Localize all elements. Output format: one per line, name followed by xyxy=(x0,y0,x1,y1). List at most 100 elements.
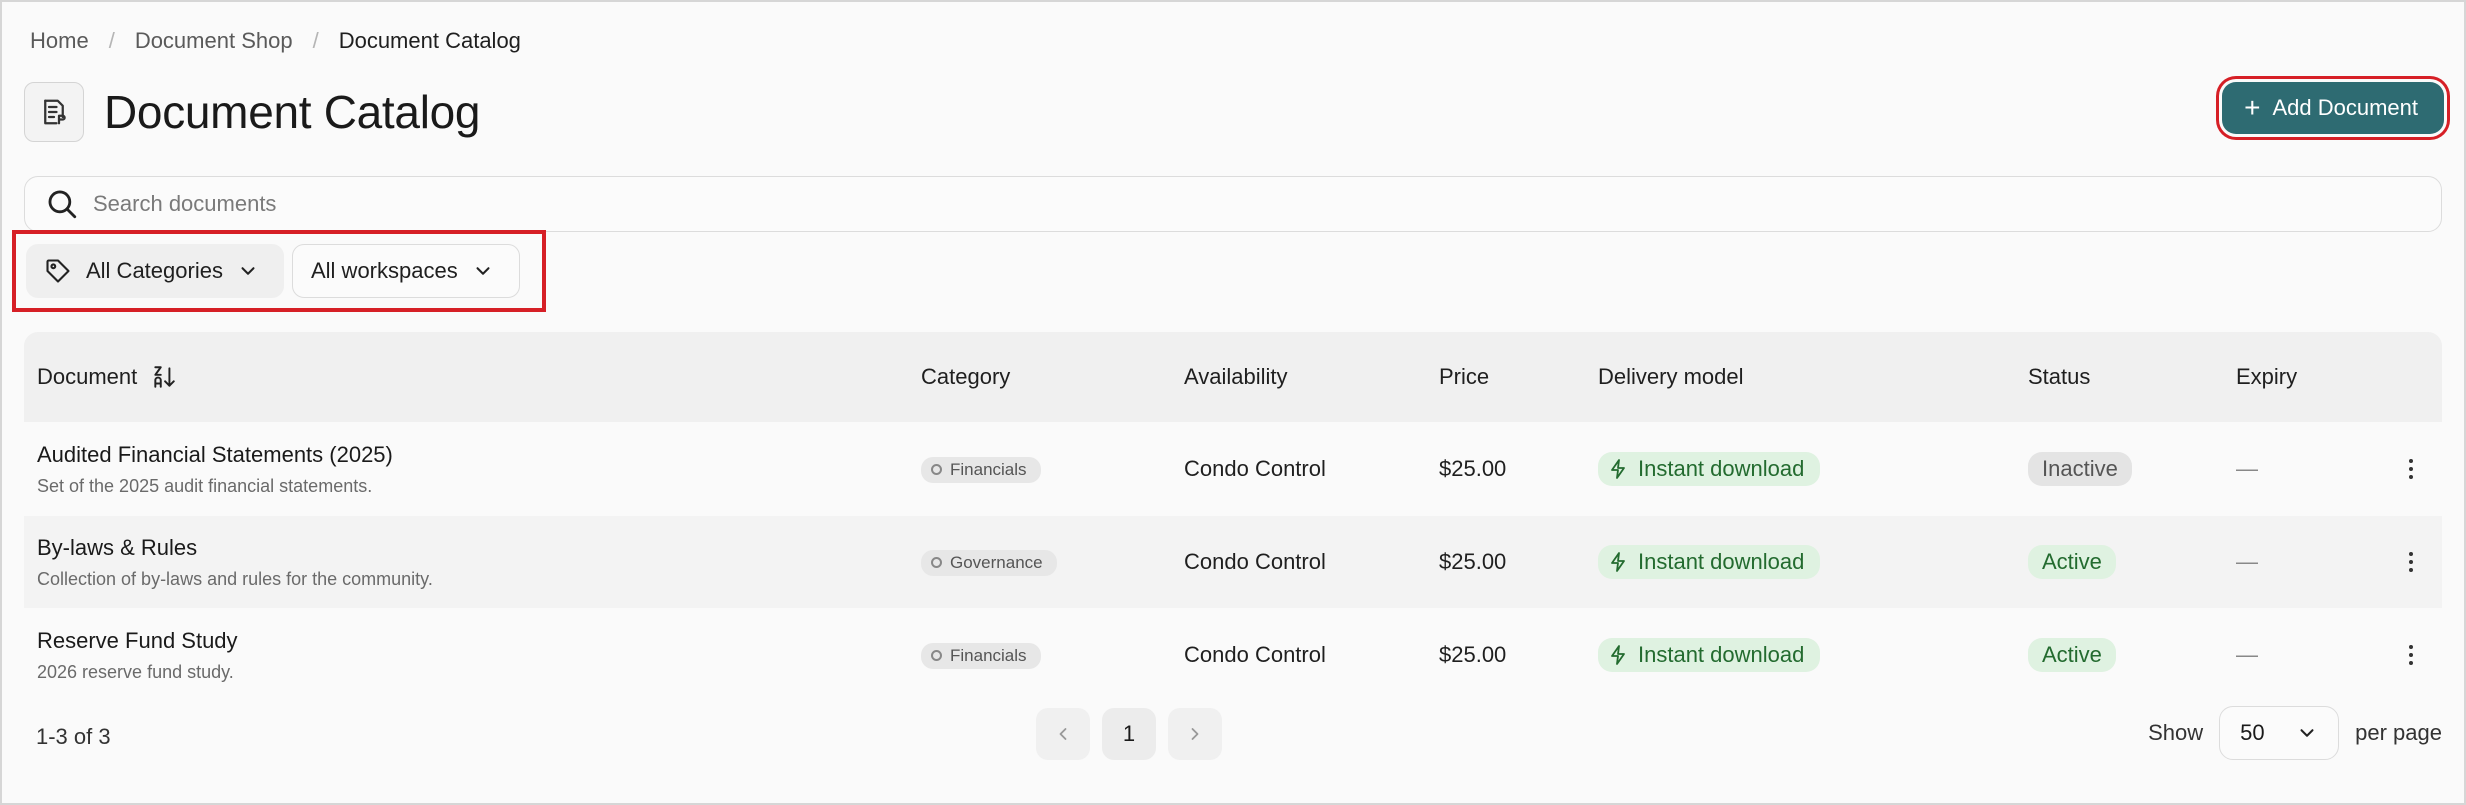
table-row[interactable]: By-laws & Rules Collection of by-laws an… xyxy=(24,516,2442,608)
delivery-badge: Instant download xyxy=(1598,452,1821,486)
document-icon xyxy=(24,82,84,142)
result-count: 1-3 of 3 xyxy=(36,724,111,749)
page-button-1[interactable]: 1 xyxy=(1102,708,1156,760)
document-title[interactable]: Reserve Fund Study xyxy=(37,628,238,654)
category-badge-label: Governance xyxy=(950,552,1043,572)
more-vertical-icon xyxy=(2406,459,2416,479)
column-header-expiry: Expiry xyxy=(2236,364,2298,389)
status-cell: Active xyxy=(2028,545,2116,579)
document-title[interactable]: By-laws & Rules xyxy=(37,535,433,561)
row-actions-button[interactable] xyxy=(2406,459,2416,479)
document-title[interactable]: Audited Financial Statements (2025) xyxy=(37,442,393,468)
category-filter-label: All Categories xyxy=(86,258,223,283)
status-cell: Active xyxy=(2028,638,2116,672)
lightning-icon xyxy=(1611,459,1625,479)
column-header-document[interactable]: Document xyxy=(37,364,177,390)
breadcrumb-document-shop[interactable]: Document Shop xyxy=(135,28,293,54)
column-header-price: Price xyxy=(1439,364,1490,389)
search-icon xyxy=(48,190,77,219)
more-vertical-icon xyxy=(2406,552,2416,572)
expiry-cell: — xyxy=(2236,549,2258,574)
category-filter-dropdown[interactable]: All Categories xyxy=(26,244,284,298)
delivery-cell: Instant download xyxy=(1598,545,1821,579)
category-badge: Governance xyxy=(921,549,1057,576)
document-cell: Audited Financial Statements (2025) Set … xyxy=(37,442,393,497)
status-badge: Active xyxy=(2028,545,2116,579)
per-page-value: 50 xyxy=(2240,720,2265,745)
per-page-select[interactable]: 50 xyxy=(2219,706,2340,760)
chevron-down-icon xyxy=(476,267,490,275)
column-header-category: Category xyxy=(921,364,1011,389)
document-cell: Reserve Fund Study 2026 reserve fund stu… xyxy=(37,628,238,683)
lightning-icon xyxy=(1611,552,1625,572)
page-header: Document Catalog xyxy=(24,82,480,142)
category-badge: Financials xyxy=(921,642,1041,669)
chevron-left-icon xyxy=(1059,728,1067,740)
availability-cell: Condo Control xyxy=(1184,456,1326,481)
category-cell: Financials xyxy=(921,455,1041,483)
category-badge: Financials xyxy=(921,456,1041,483)
row-actions-button[interactable] xyxy=(2406,645,2416,665)
show-label: Show xyxy=(2148,720,2204,745)
delivery-badge-label: Instant download xyxy=(1638,642,1805,667)
price-cell: $25.00 xyxy=(1439,642,1507,667)
row-actions-button[interactable] xyxy=(2406,552,2416,572)
chevron-down-icon xyxy=(2300,729,2314,737)
plus-icon: + xyxy=(2244,92,2261,123)
table-header: Document Category Availability Price Del… xyxy=(24,332,2442,422)
breadcrumb-separator: / xyxy=(312,28,319,53)
lightning-icon xyxy=(1611,645,1625,665)
add-document-label: Add Document xyxy=(2272,95,2418,120)
expiry-cell: — xyxy=(2236,642,2258,667)
pagination: 1 xyxy=(1036,708,1222,760)
delivery-badge: Instant download xyxy=(1598,545,1821,579)
category-badge-label: Financials xyxy=(950,645,1027,665)
column-header-document-label: Document xyxy=(37,364,138,389)
sort-icon[interactable] xyxy=(151,364,177,390)
delivery-badge-label: Instant download xyxy=(1638,549,1805,574)
document-description: Set of the 2025 audit financial statemen… xyxy=(37,475,373,496)
tag-dot-icon xyxy=(931,650,942,662)
page-title: Document Catalog xyxy=(104,86,481,138)
previous-page-button[interactable] xyxy=(1036,708,1090,760)
workspace-filter-label: All workspaces xyxy=(311,258,458,283)
breadcrumb-home[interactable]: Home xyxy=(30,28,89,54)
document-cell: By-laws & Rules Collection of by-laws an… xyxy=(37,535,433,590)
category-cell: Governance xyxy=(921,548,1057,576)
delivery-badge-label: Instant download xyxy=(1638,456,1805,481)
status-badge: Active xyxy=(2028,638,2116,672)
table-row[interactable]: Audited Financial Statements (2025) Set … xyxy=(24,423,2442,515)
tag-icon xyxy=(46,259,70,283)
availability-cell: Condo Control xyxy=(1184,549,1326,574)
breadcrumb-current: Document Catalog xyxy=(338,28,521,53)
workspace-filter-dropdown[interactable]: All workspaces xyxy=(292,244,520,298)
chevron-down-icon xyxy=(241,267,255,275)
add-document-button[interactable]: + Add Document xyxy=(2222,82,2444,134)
next-page-button[interactable] xyxy=(1168,708,1222,760)
price-cell: $25.00 xyxy=(1439,549,1507,574)
category-badge-label: Financials xyxy=(950,459,1027,479)
per-page-label: per page xyxy=(2355,720,2442,745)
status-cell: Inactive xyxy=(2028,452,2132,486)
expiry-cell: — xyxy=(2236,456,2258,481)
price-cell: $25.00 xyxy=(1439,456,1507,481)
search-input[interactable] xyxy=(93,191,2250,217)
per-page-control: Show 50 per page xyxy=(2148,706,2442,760)
document-description: Collection of by-laws and rules for the … xyxy=(37,568,433,589)
more-vertical-icon xyxy=(2406,645,2416,665)
breadcrumb-separator: / xyxy=(108,28,115,53)
delivery-badge: Instant download xyxy=(1598,638,1821,672)
column-header-status: Status xyxy=(2028,364,2091,389)
tag-dot-icon xyxy=(931,464,942,476)
breadcrumb: Home / Document Shop / Document Catalog xyxy=(30,28,521,54)
category-cell: Financials xyxy=(921,641,1041,669)
column-header-delivery-model: Delivery model xyxy=(1598,364,1744,389)
column-header-availability: Availability xyxy=(1184,364,1288,389)
search-bar[interactable] xyxy=(24,176,2442,232)
chevron-right-icon xyxy=(1191,728,1199,740)
delivery-cell: Instant download xyxy=(1598,452,1821,486)
filter-group: All Categories All workspaces xyxy=(12,230,546,312)
availability-cell: Condo Control xyxy=(1184,642,1326,667)
table-row[interactable]: Reserve Fund Study 2026 reserve fund stu… xyxy=(24,609,2442,701)
document-description: 2026 reserve fund study. xyxy=(37,661,234,682)
